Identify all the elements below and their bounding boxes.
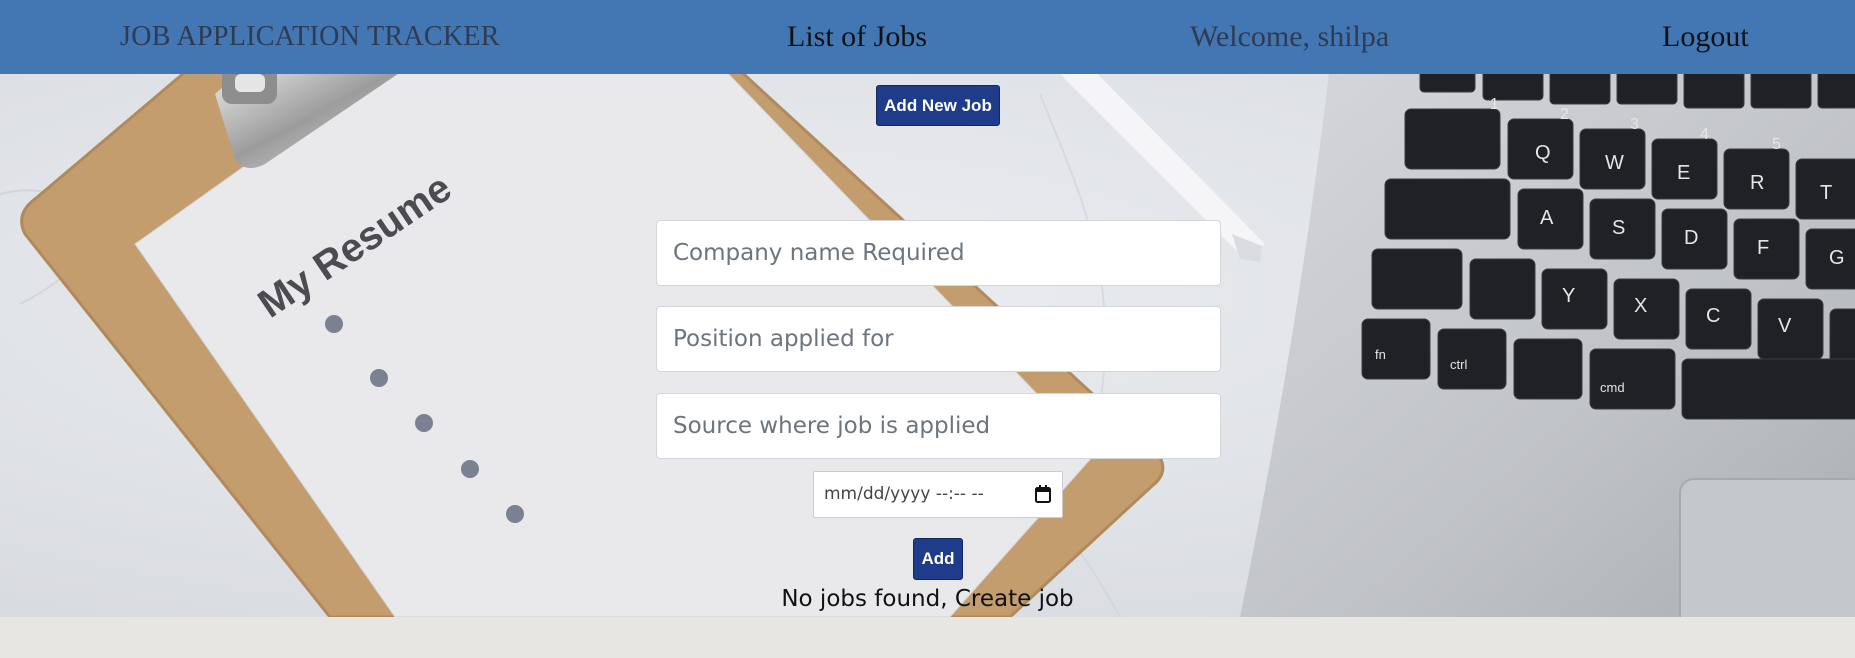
svg-text:V: V xyxy=(1778,315,1792,337)
svg-text:C: C xyxy=(1706,305,1720,327)
svg-text:R: R xyxy=(1750,172,1764,194)
no-jobs-message: No jobs found, Create job xyxy=(781,586,1074,612)
svg-text:D: D xyxy=(1684,227,1698,249)
svg-text:5: 5 xyxy=(1772,136,1781,153)
svg-text:3: 3 xyxy=(1630,116,1639,133)
company-name-input[interactable] xyxy=(656,220,1221,286)
brand-title[interactable]: JOB APPLICATION TRACKER xyxy=(120,0,500,74)
svg-text:1: 1 xyxy=(1490,96,1499,113)
svg-text:S: S xyxy=(1612,217,1625,239)
date-time-input[interactable]: mm/dd/yyyy --:-- -- xyxy=(813,471,1063,518)
svg-text:G: G xyxy=(1829,247,1845,269)
svg-text:W: W xyxy=(1605,152,1624,174)
svg-text:A: A xyxy=(1540,207,1554,229)
add-new-job-button[interactable]: Add New Job xyxy=(876,85,1000,126)
svg-text:T: T xyxy=(1820,182,1832,204)
date-time-placeholder: mm/dd/yyyy --:-- -- xyxy=(824,484,984,504)
svg-text:2: 2 xyxy=(1560,106,1569,123)
svg-text:F: F xyxy=(1757,237,1769,259)
svg-text:4: 4 xyxy=(1700,126,1709,143)
svg-text:Q: Q xyxy=(1535,142,1551,164)
svg-text:cmd: cmd xyxy=(1600,380,1625,395)
svg-text:E: E xyxy=(1677,162,1690,184)
welcome-text: Welcome, shilpa xyxy=(1190,20,1390,53)
hero-background: Q W E R T A S D F G Y X C V 1 2 3 4 5 fn… xyxy=(0,74,1855,617)
position-input[interactable] xyxy=(656,306,1221,372)
list-of-jobs-link[interactable]: List of Jobs xyxy=(787,0,927,74)
navbar: JOB APPLICATION TRACKER List of Jobs Wel… xyxy=(0,0,1855,74)
svg-text:ctrl: ctrl xyxy=(1450,357,1467,372)
job-source-input[interactable] xyxy=(656,393,1221,459)
calendar-icon[interactable] xyxy=(1035,485,1051,503)
add-job-button[interactable]: Add xyxy=(913,538,963,580)
svg-text:Y: Y xyxy=(1562,285,1575,307)
logout-link[interactable]: Logout xyxy=(1662,0,1749,74)
svg-text:fn: fn xyxy=(1375,347,1386,362)
svg-text:X: X xyxy=(1634,295,1647,317)
